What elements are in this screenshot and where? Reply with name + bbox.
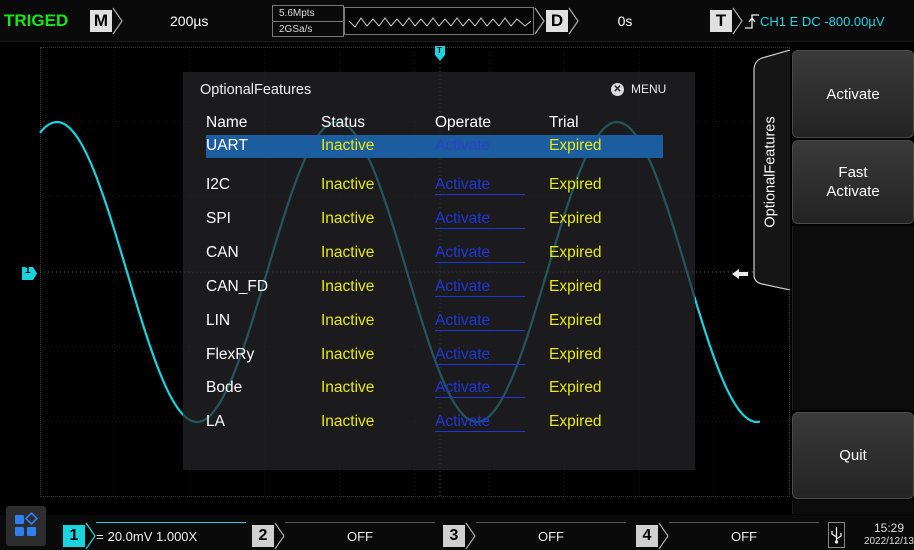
feature-status: Inactive [321,176,375,193]
header-trial: Trial [549,114,579,131]
feature-row[interactable]: FlexRy Inactive Activate Expired [183,346,695,368]
close-circle-icon: ✕ [611,82,624,96]
trial-status: Expired [549,379,602,397]
feature-row[interactable]: CAN Inactive Activate Expired [183,244,695,266]
activate-link[interactable]: Activate [435,346,525,365]
trial-status: Expired [549,277,602,295]
channel1-offset-marker[interactable]: 1 [22,265,38,280]
feature-status: Inactive [321,243,375,261]
channel3-label[interactable]: 3 [443,525,465,547]
fast-activate-line2: Activate [826,183,880,200]
header-name: Name [206,114,248,131]
trigger-position-marker[interactable]: T [435,46,445,62]
activate-link[interactable]: Activate [435,137,525,155]
feature-status: Inactive [321,209,375,227]
channel2-label[interactable]: 2 [252,525,274,547]
menu-empty-slot [792,500,914,514]
optional-features-dialog: OptionalFeatures ✕ MENU Name Status Oper… [183,72,695,470]
quit-button[interactable]: Quit [792,412,914,499]
activate-link[interactable]: Activate [435,379,525,399]
fast-activate-line1: Fast [838,164,868,181]
feature-status: Inactive [321,277,375,295]
activate-link[interactable]: Activate [435,244,525,263]
activate-link[interactable]: Activate [435,176,525,195]
channel2-setting-text: OFF [347,529,373,544]
channel1-setting-text: 20.0mV 1.000X [107,529,198,544]
usb-icon [831,527,842,544]
clock-time: 15:29 [873,521,904,535]
trial-status: Expired [549,413,602,431]
channel4-setting-text: OFF [731,529,757,544]
header-status: Status [321,114,365,131]
close-menu-label: MENU [631,82,667,96]
apps-button[interactable] [6,506,46,546]
feature-row[interactable]: UART Inactive Activate Expired [183,137,695,159]
feature-row[interactable]: I2C Inactive Activate Expired [183,176,695,198]
activate-link[interactable]: Activate [435,312,525,331]
channel1-settings[interactable]: = 20.0mV 1.000X [96,522,246,550]
trigger-level-arrow-icon[interactable] [732,269,748,279]
feature-row[interactable]: SPI Inactive Activate Expired [183,210,695,232]
feature-name: LIN [206,311,231,329]
clock: 15:29 2022/12/13 [847,521,914,550]
activate-button[interactable]: Activate [792,50,914,138]
channel4-label[interactable]: 4 [636,525,658,547]
activate-link[interactable]: Activate [435,210,525,229]
channel1-label[interactable]: 1 [63,525,85,547]
menu-title: OptionalFeatures [749,92,793,252]
feature-status: Inactive [321,345,375,363]
trial-status: Expired [549,345,602,363]
channel3-setting-text: OFF [538,529,564,544]
feature-status: Inactive [321,137,375,154]
usb-status[interactable] [828,522,845,548]
channel3-settings[interactable]: OFF [476,522,626,550]
activate-link[interactable]: Activate [435,413,525,433]
dc-coupling-icon: = [96,529,104,544]
trial-status: Expired [549,243,602,261]
trial-status: Expired [549,176,602,193]
menu-title-text: OptionalFeatures [763,116,780,228]
feature-name: FlexRy [206,345,255,363]
channel2-settings[interactable]: OFF [285,522,435,550]
feature-name: CAN [206,243,239,261]
header-operate: Operate [435,114,492,131]
feature-status: Inactive [321,379,375,397]
feature-row[interactable]: Bode Inactive Activate Expired [183,379,695,401]
feature-name: I2C [206,176,231,193]
close-menu-button[interactable]: ✕ MENU [611,82,666,96]
feature-name: CAN_FD [206,277,269,295]
clock-date: 2022/12/13 [863,536,914,547]
activate-link[interactable]: Activate [435,278,525,297]
feature-name: UART [206,137,248,154]
trigger-marker-label: T [437,46,442,55]
dialog-title: OptionalFeatures [200,82,312,98]
quit-button-label: Quit [839,447,867,464]
feature-status: Inactive [321,311,375,329]
feature-row[interactable]: CAN_FD Inactive Activate Expired [183,278,695,300]
feature-name: SPI [206,209,231,227]
menu-empty-slot [792,226,914,410]
feature-name: Bode [206,379,243,397]
channel1-marker-label: 1 [25,265,31,276]
channel4-settings[interactable]: OFF [669,522,819,550]
fast-activate-button[interactable]: Fast Activate [792,140,914,224]
feature-row[interactable]: LA Inactive Activate Expired [183,413,695,435]
feature-name: LA [206,413,225,431]
feature-status: Inactive [321,413,375,431]
trial-status: Expired [549,209,602,227]
trial-status: Expired [549,137,602,154]
apps-icon [15,511,39,536]
trial-status: Expired [549,311,602,329]
feature-row[interactable]: LIN Inactive Activate Expired [183,312,695,334]
activate-button-label: Activate [826,85,880,103]
